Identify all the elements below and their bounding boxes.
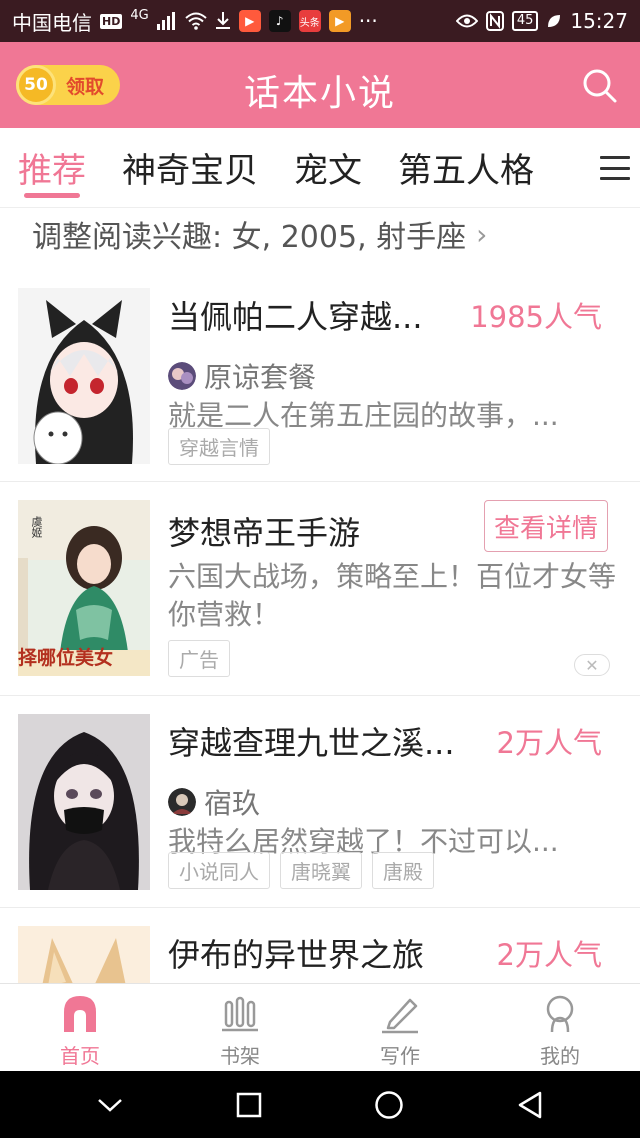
- app-header: 50 领取 话本小说: [0, 42, 640, 128]
- chevron-right-icon: ›: [476, 217, 488, 251]
- story-tag[interactable]: 穿越言情: [168, 428, 270, 465]
- story-title[interactable]: 穿越查理九世之溪...: [168, 718, 455, 764]
- story-cover[interactable]: [18, 714, 150, 890]
- nav-profile-label: 我的: [540, 1044, 580, 1068]
- menu-icon[interactable]: [598, 150, 632, 186]
- story-title[interactable]: 当佩帕二人穿越...: [168, 292, 423, 338]
- view-details-button[interactable]: 查看详情: [484, 500, 608, 552]
- chevron-down-icon[interactable]: [96, 1096, 124, 1114]
- tag-list: 广告: [168, 640, 230, 677]
- tag-list: 穿越言情: [168, 428, 270, 465]
- story-tag[interactable]: 唐晓翼: [280, 852, 362, 889]
- video-app-icon: ▶: [238, 10, 261, 32]
- author-name: 原谅套餐: [204, 361, 317, 394]
- pencil-icon: [382, 998, 418, 1034]
- story-cover[interactable]: [18, 926, 150, 984]
- ad-item[interactable]: 虞姬 择哪位美女 梦想帝王手游 查看详情 六国大战场，策略至上！百位才女等你营救…: [0, 482, 640, 696]
- nav-bookshelf-label: 书架: [220, 1044, 260, 1068]
- recents-square-icon[interactable]: [236, 1092, 262, 1118]
- ad-cover-slogan: 择哪位美女: [18, 647, 114, 669]
- author-info[interactable]: 原谅套餐: [168, 356, 316, 396]
- story-title[interactable]: 伊布的异世界之旅: [168, 930, 424, 976]
- hd-badge: HD: [100, 13, 123, 29]
- tab-pet-fiction[interactable]: 宠文: [294, 128, 362, 208]
- tiktok-icon: ♪: [268, 10, 291, 32]
- ad-title[interactable]: 梦想帝王手游: [168, 508, 360, 554]
- tag-list: 小说同人 唐晓翼 唐殿: [168, 852, 434, 889]
- ad-cover-caption: 虞姬: [30, 516, 43, 538]
- tab-recommend[interactable]: 推荐: [18, 128, 86, 208]
- nav-write[interactable]: 写作: [320, 984, 480, 1071]
- close-ad-icon[interactable]: ✕: [574, 654, 610, 676]
- download-icon: [215, 12, 230, 29]
- ad-description: 六国大战场，策略至上！百位才女等你营救！: [168, 560, 617, 631]
- author-name: 宿玖: [204, 787, 261, 820]
- story-item[interactable]: 当佩帕二人穿越... 1985人气 原谅套餐 就是二人在第五庄园的故事，... …: [0, 270, 640, 482]
- nav-bookshelf[interactable]: 书架: [160, 984, 320, 1071]
- network-type: 4G: [130, 7, 149, 23]
- profile-icon: [546, 995, 574, 1033]
- home-circle-icon[interactable]: [374, 1090, 404, 1120]
- story-tag[interactable]: 唐殿: [372, 852, 434, 889]
- popularity-count: 2万人气: [496, 726, 602, 760]
- story-item[interactable]: 穿越查理九世之溪... 2万人气 宿玖 我特么居然穿越了！不过可以... 小说同…: [0, 696, 640, 908]
- story-item[interactable]: 伊布的异世界之旅 2万人气: [0, 908, 640, 984]
- interest-text: 调整阅读兴趣: 女, 2005, 射手座: [32, 220, 467, 255]
- story-cover[interactable]: [18, 288, 150, 464]
- author-info[interactable]: 宿玖: [168, 782, 260, 822]
- tab-identity-v[interactable]: 第五人格: [398, 128, 534, 208]
- reading-interest-link[interactable]: 调整阅读兴趣: 女, 2005, 射手座 ›: [32, 212, 487, 256]
- avatar: [168, 788, 196, 816]
- popularity-count: 2万人气: [496, 938, 602, 972]
- leaf-icon: [548, 15, 561, 27]
- nfc-icon: [485, 11, 504, 31]
- search-icon[interactable]: [582, 68, 618, 104]
- system-nav-bar: [0, 1071, 640, 1138]
- status-bar: 中国电信 HD 4G ▶ ♪ 头条 ▶ ··· 45 15:27: [0, 0, 640, 42]
- nav-write-label: 写作: [380, 1044, 420, 1068]
- popularity-count: 1985人气: [470, 300, 602, 334]
- clock: 15:27: [570, 9, 628, 33]
- ad-cover[interactable]: 虞姬 择哪位美女: [18, 500, 150, 676]
- play-app-icon: ▶: [328, 10, 351, 32]
- bottom-nav: 首页 书架 写作 我的: [0, 983, 640, 1071]
- tab-pokemon[interactable]: 神奇宝贝: [122, 128, 258, 208]
- eye-icon: [455, 14, 478, 28]
- ad-badge: 广告: [168, 640, 230, 677]
- wifi-icon: [185, 12, 207, 30]
- app-title: 话本小说: [243, 73, 396, 114]
- carrier-label: 中国电信: [12, 10, 92, 35]
- avatar: [168, 362, 196, 390]
- battery-icon: 45: [511, 11, 539, 31]
- nav-home[interactable]: 首页: [0, 984, 160, 1071]
- more-notifications: ···: [358, 9, 378, 33]
- nav-profile[interactable]: 我的: [480, 984, 640, 1071]
- story-tag[interactable]: 小说同人: [168, 852, 270, 889]
- home-icon: [64, 996, 96, 1032]
- toutiao-icon: 头条: [298, 10, 321, 32]
- category-tabs: 推荐 神奇宝贝 宠文 第五人格: [0, 128, 640, 208]
- bookshelf-icon: [222, 996, 258, 1032]
- back-triangle-icon[interactable]: [516, 1090, 544, 1120]
- signal-icon: [156, 12, 175, 30]
- nav-home-label: 首页: [60, 1044, 100, 1068]
